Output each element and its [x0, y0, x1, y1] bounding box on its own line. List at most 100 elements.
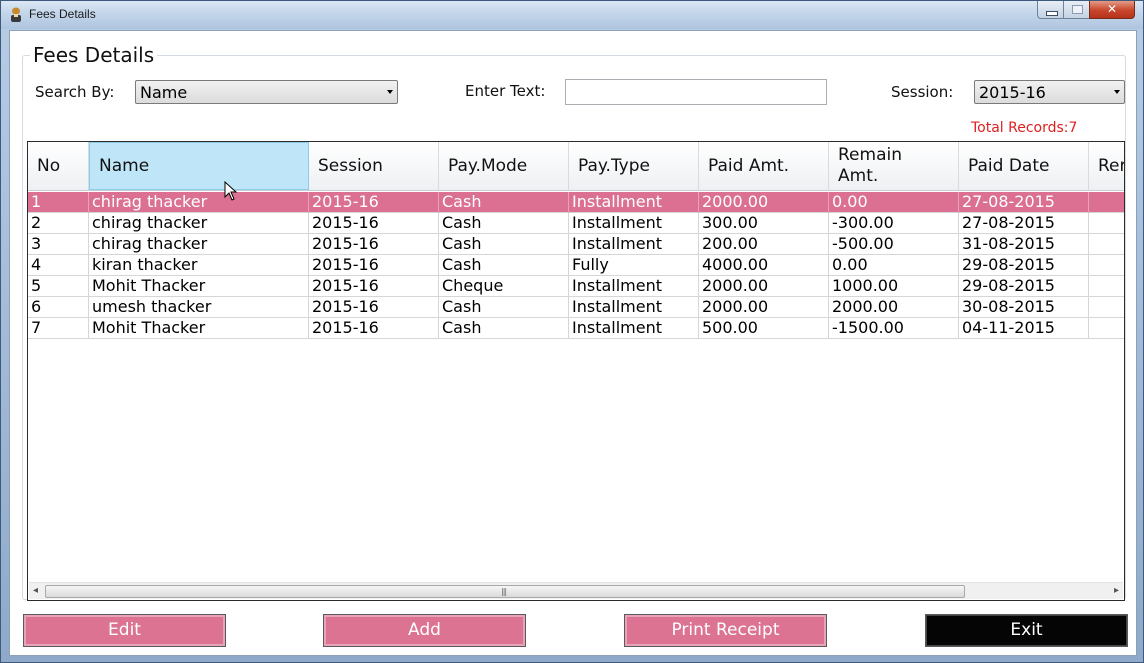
table-cell[interactable]: Cash	[439, 192, 569, 213]
session-combo[interactable]: 2015-16	[974, 80, 1125, 104]
table-row[interactable]: 7 Mohit Thacker 2015-16 Cash Installment 500.…	[28, 318, 1124, 339]
table-row[interactable]: 3 chirag thacker 2015-16 Cash Installment 200…	[28, 234, 1124, 255]
table-cell[interactable]: Mohit Thacker	[89, 318, 309, 339]
table-cell[interactable]	[1089, 213, 1124, 234]
table-cell[interactable]: 27-08-2015	[959, 192, 1089, 213]
table-cell[interactable]: Installment	[569, 276, 699, 297]
table-row[interactable]: 6 umesh thacker 2015-16 Cash Installment 2000…	[28, 297, 1124, 318]
table-row[interactable]: 2 chirag thacker 2015-16 Cash Installment 300…	[28, 213, 1124, 234]
title-bar[interactable]: Fees Details ✕	[1, 1, 1143, 29]
table-cell[interactable]: 500.00	[699, 318, 829, 339]
table-row[interactable]: 4 kiran thacker 2015-16 Cash Fully 4000.00 0.0…	[28, 255, 1124, 276]
table-cell[interactable]: Cash	[439, 297, 569, 318]
table-cell[interactable]: 1	[28, 192, 89, 213]
grip-icon: |||	[501, 587, 507, 596]
column-header-no[interactable]: No	[28, 142, 89, 190]
search-by-combo[interactable]: Name	[135, 80, 398, 104]
table-cell[interactable]: 04-11-2015	[959, 318, 1089, 339]
table-cell[interactable]: 300.00	[699, 213, 829, 234]
table-cell[interactable]: chirag thacker	[89, 213, 309, 234]
table-cell[interactable]: 2000.00	[699, 276, 829, 297]
table-cell[interactable]: 1000.00	[829, 276, 959, 297]
table-cell[interactable]: 200.00	[699, 234, 829, 255]
table-cell[interactable]: Installment	[569, 213, 699, 234]
table-cell[interactable]	[1089, 234, 1124, 255]
table-cell[interactable]: 2000.00	[829, 297, 959, 318]
table-cell[interactable]: 6	[28, 297, 89, 318]
table-cell[interactable]: 31-08-2015	[959, 234, 1089, 255]
column-header-rer[interactable]: Rer	[1089, 142, 1124, 190]
table-cell[interactable]: -300.00	[829, 213, 959, 234]
table-cell[interactable]	[1089, 192, 1124, 213]
minimize-button[interactable]	[1037, 1, 1063, 19]
table-cell[interactable]: 2	[28, 213, 89, 234]
table-cell[interactable]: chirag thacker	[89, 234, 309, 255]
edit-button[interactable]: Edit	[23, 614, 226, 647]
scrollbar-thumb[interactable]: |||	[45, 585, 965, 598]
table-cell[interactable]: 0.00	[829, 255, 959, 276]
table-cell[interactable]: Cash	[439, 234, 569, 255]
add-button[interactable]: Add	[323, 614, 526, 647]
table-cell[interactable]: 2015-16	[309, 234, 439, 255]
scroll-left-icon[interactable]: ◂	[33, 585, 38, 596]
table-cell[interactable]: Mohit Thacker	[89, 276, 309, 297]
table-cell[interactable]: 5	[28, 276, 89, 297]
chevron-down-icon	[387, 90, 393, 94]
table-cell[interactable]: 7	[28, 318, 89, 339]
column-header-pay-type[interactable]: Pay.Type	[569, 142, 699, 190]
table-cell[interactable]: 29-08-2015	[959, 276, 1089, 297]
table-cell[interactable]: Cheque	[439, 276, 569, 297]
table-row[interactable]: 5 Mohit Thacker 2015-16 Cheque Installment 20…	[28, 276, 1124, 297]
table-cell[interactable]: Installment	[569, 318, 699, 339]
table-cell[interactable]: 2015-16	[309, 276, 439, 297]
table-cell[interactable]: 30-08-2015	[959, 297, 1089, 318]
table-cell[interactable]: 3	[28, 234, 89, 255]
table-cell[interactable]: Cash	[439, 318, 569, 339]
table-cell[interactable]: 29-08-2015	[959, 255, 1089, 276]
table-cell[interactable]	[1089, 297, 1124, 318]
table-cell[interactable]: -1500.00	[829, 318, 959, 339]
scroll-right-icon[interactable]: ▸	[1114, 585, 1119, 596]
fees-grid[interactable]: No Name Session Pay.Mode Pay.Type Paid Amt. Re…	[27, 141, 1125, 601]
column-header-name[interactable]: Name	[89, 142, 309, 190]
column-header-pay-mode[interactable]: Pay.Mode	[439, 142, 569, 190]
maximize-button[interactable]	[1063, 1, 1089, 19]
close-button[interactable]: ✕	[1089, 1, 1135, 19]
column-header-paid-amt[interactable]: Paid Amt.	[699, 142, 829, 190]
close-icon: ✕	[1106, 2, 1118, 16]
print-receipt-button[interactable]: Print Receipt	[624, 614, 827, 647]
table-cell[interactable]: Installment	[569, 297, 699, 318]
table-cell[interactable]: Cash	[439, 255, 569, 276]
horizontal-scrollbar[interactable]: ◂ ||| ▸	[29, 582, 1123, 599]
table-cell[interactable]: -500.00	[829, 234, 959, 255]
table-cell[interactable]: Installment	[569, 234, 699, 255]
table-cell[interactable]: 2015-16	[309, 213, 439, 234]
table-cell[interactable]: 2000.00	[699, 297, 829, 318]
table-cell[interactable]: Cash	[439, 213, 569, 234]
table-cell[interactable]: 4	[28, 255, 89, 276]
table-cell[interactable]: 4000.00	[699, 255, 829, 276]
table-cell[interactable]: 2000.00	[699, 192, 829, 213]
column-header-session[interactable]: Session	[309, 142, 439, 190]
table-cell[interactable]: 2015-16	[309, 318, 439, 339]
exit-button[interactable]: Exit	[925, 614, 1128, 647]
minimize-icon	[1046, 11, 1058, 16]
table-cell[interactable]: 2015-16	[309, 255, 439, 276]
table-cell[interactable]: 2015-16	[309, 192, 439, 213]
table-cell[interactable]: Installment	[569, 192, 699, 213]
table-row[interactable]: 1 chirag thacker 2015-16 Cash Installment 200…	[28, 192, 1124, 213]
table-cell[interactable]: 27-08-2015	[959, 213, 1089, 234]
table-cell[interactable]: Fully	[569, 255, 699, 276]
search-text-input[interactable]	[565, 79, 827, 105]
table-cell[interactable]: 2015-16	[309, 297, 439, 318]
search-by-value: Name	[140, 83, 188, 102]
table-cell[interactable]: 0.00	[829, 192, 959, 213]
column-header-remain-amt[interactable]: Remain Amt.	[829, 142, 959, 190]
column-header-paid-date[interactable]: Paid Date	[959, 142, 1089, 190]
table-cell[interactable]: kiran thacker	[89, 255, 309, 276]
table-cell[interactable]	[1089, 255, 1124, 276]
table-cell[interactable]: umesh thacker	[89, 297, 309, 318]
table-cell[interactable]: chirag thacker	[89, 192, 309, 213]
table-cell[interactable]	[1089, 276, 1124, 297]
table-cell[interactable]	[1089, 318, 1124, 339]
